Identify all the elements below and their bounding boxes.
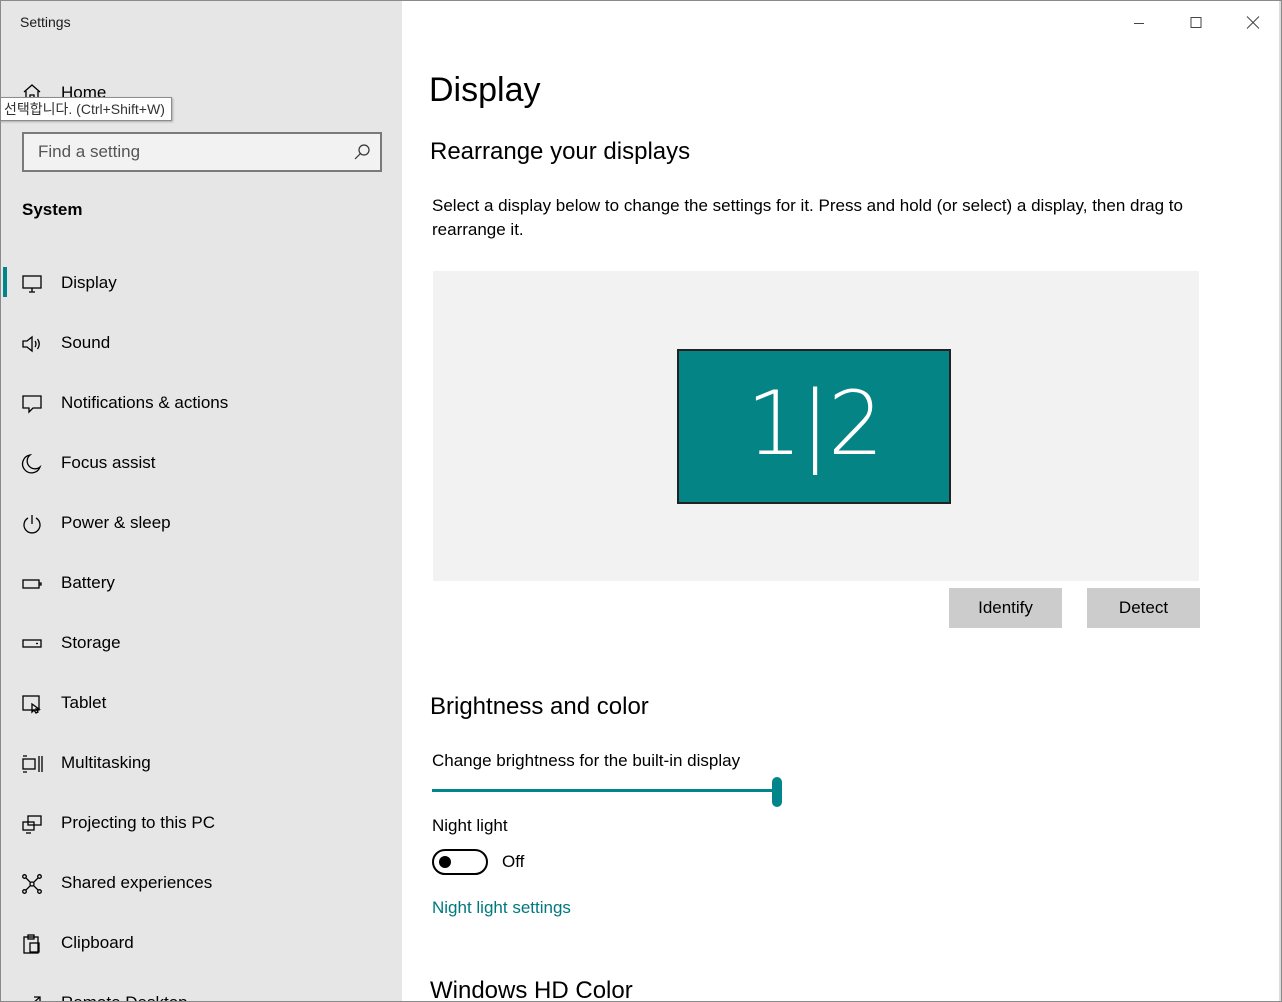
maximize-icon[interactable] [1176,9,1216,37]
sidebar-item-label: Storage [61,633,121,652]
slider-thumb[interactable] [772,777,782,807]
power-icon [23,515,41,534]
section-label-system: System [22,200,83,219]
moon-icon [21,453,42,474]
slider-track [432,789,777,792]
sidebar-item-label: Power & sleep [61,513,171,532]
page-title: Display [429,71,541,109]
tablet-icon [22,695,42,714]
rearrange-description: Select a display below to change the set… [432,196,1183,239]
sidebar-item-clipboard[interactable]: Clipboard [1,913,402,973]
night-light-label: Night light [432,816,508,835]
night-light-state: Off [502,852,525,871]
sidebar-item-label: Tablet [61,693,107,712]
shared-experiences-icon [22,874,42,894]
search-icon[interactable] [353,143,371,161]
sidebar-item-projecting[interactable]: Projecting to this PC [1,793,402,853]
sidebar-item-label: Notifications & actions [61,393,229,412]
sidebar-item-storage[interactable]: Storage [1,613,402,673]
multitasking-icon [22,755,43,773]
sidebar-item-label: Projecting to this PC [61,813,216,832]
storage-icon [22,639,42,648]
sidebar-item-focus-assist[interactable]: Focus assist [1,433,402,493]
search-input[interactable] [24,134,344,170]
speaker-icon [22,335,40,353]
sidebar-item-label: Focus assist [61,453,156,472]
detect-button[interactable]: Detect [1087,588,1200,628]
toggle-knob [439,856,451,868]
sidebar-item-label: Multitasking [61,753,151,772]
night-light-settings-link[interactable]: Night light settings [432,898,571,918]
brightness-heading: Brightness and color [430,693,649,720]
display-arrangement-area: 1|2 [433,271,1199,581]
rearrange-heading: Rearrange your displays [430,138,691,165]
minimize-icon[interactable] [1119,9,1159,37]
notification-icon [22,395,42,414]
hd-color-heading: Windows HD Color [430,977,633,1002]
tooltip: 선택합니다. (Ctrl+Shift+W) [1,97,172,121]
remote-desktop-icon [34,996,41,1001]
display-monitor-tile[interactable]: 1|2 [677,349,951,504]
identify-button[interactable]: Identify [949,588,1062,628]
sidebar-item-display[interactable]: Display [1,253,402,313]
main-content: Display Rearrange your displays Select a… [402,1,1281,1002]
sidebar-nav: Display Sound Notifications & actions Fo… [1,253,402,1001]
brightness-slider[interactable] [432,777,782,807]
battery-icon [22,579,42,589]
sidebar-item-tablet[interactable]: Tablet [1,673,402,733]
sidebar-item-label: Remote Desktop [61,993,188,1001]
sidebar-item-label: Display [61,273,117,292]
sidebar-item-sound[interactable]: Sound [1,313,402,373]
clipboard-icon [23,934,40,954]
monitor-label: 1|2 [746,372,884,475]
night-light-toggle[interactable] [432,849,488,875]
brightness-slider-label: Change brightness for the built-in displ… [432,751,741,770]
sidebar-item-label: Battery [61,573,115,592]
monitor-icon [22,275,42,293]
settings-window: Settings Home 선택합니다. (Ctrl+Shift+W) Syst… [0,0,1282,1002]
sidebar-item-multitasking[interactable]: Multitasking [1,733,402,793]
sidebar-item-shared-experiences[interactable]: Shared experiences [1,853,402,913]
search-box [22,132,382,172]
sidebar-item-battery[interactable]: Battery [1,553,402,613]
close-icon[interactable] [1233,9,1273,37]
sidebar-item-notifications[interactable]: Notifications & actions [1,373,402,433]
sidebar-item-label: Shared experiences [61,873,213,892]
sidebar: Settings Home 선택합니다. (Ctrl+Shift+W) Syst… [1,1,402,1001]
sidebar-item-label: Sound [61,333,111,352]
app-title: Settings [20,14,71,30]
window-edge [1279,1,1281,1001]
sidebar-item-remote-desktop[interactable]: Remote Desktop [1,973,402,1001]
sidebar-item-power-sleep[interactable]: Power & sleep [1,493,402,553]
projecting-icon [22,815,42,834]
sidebar-item-label: Clipboard [61,933,134,952]
